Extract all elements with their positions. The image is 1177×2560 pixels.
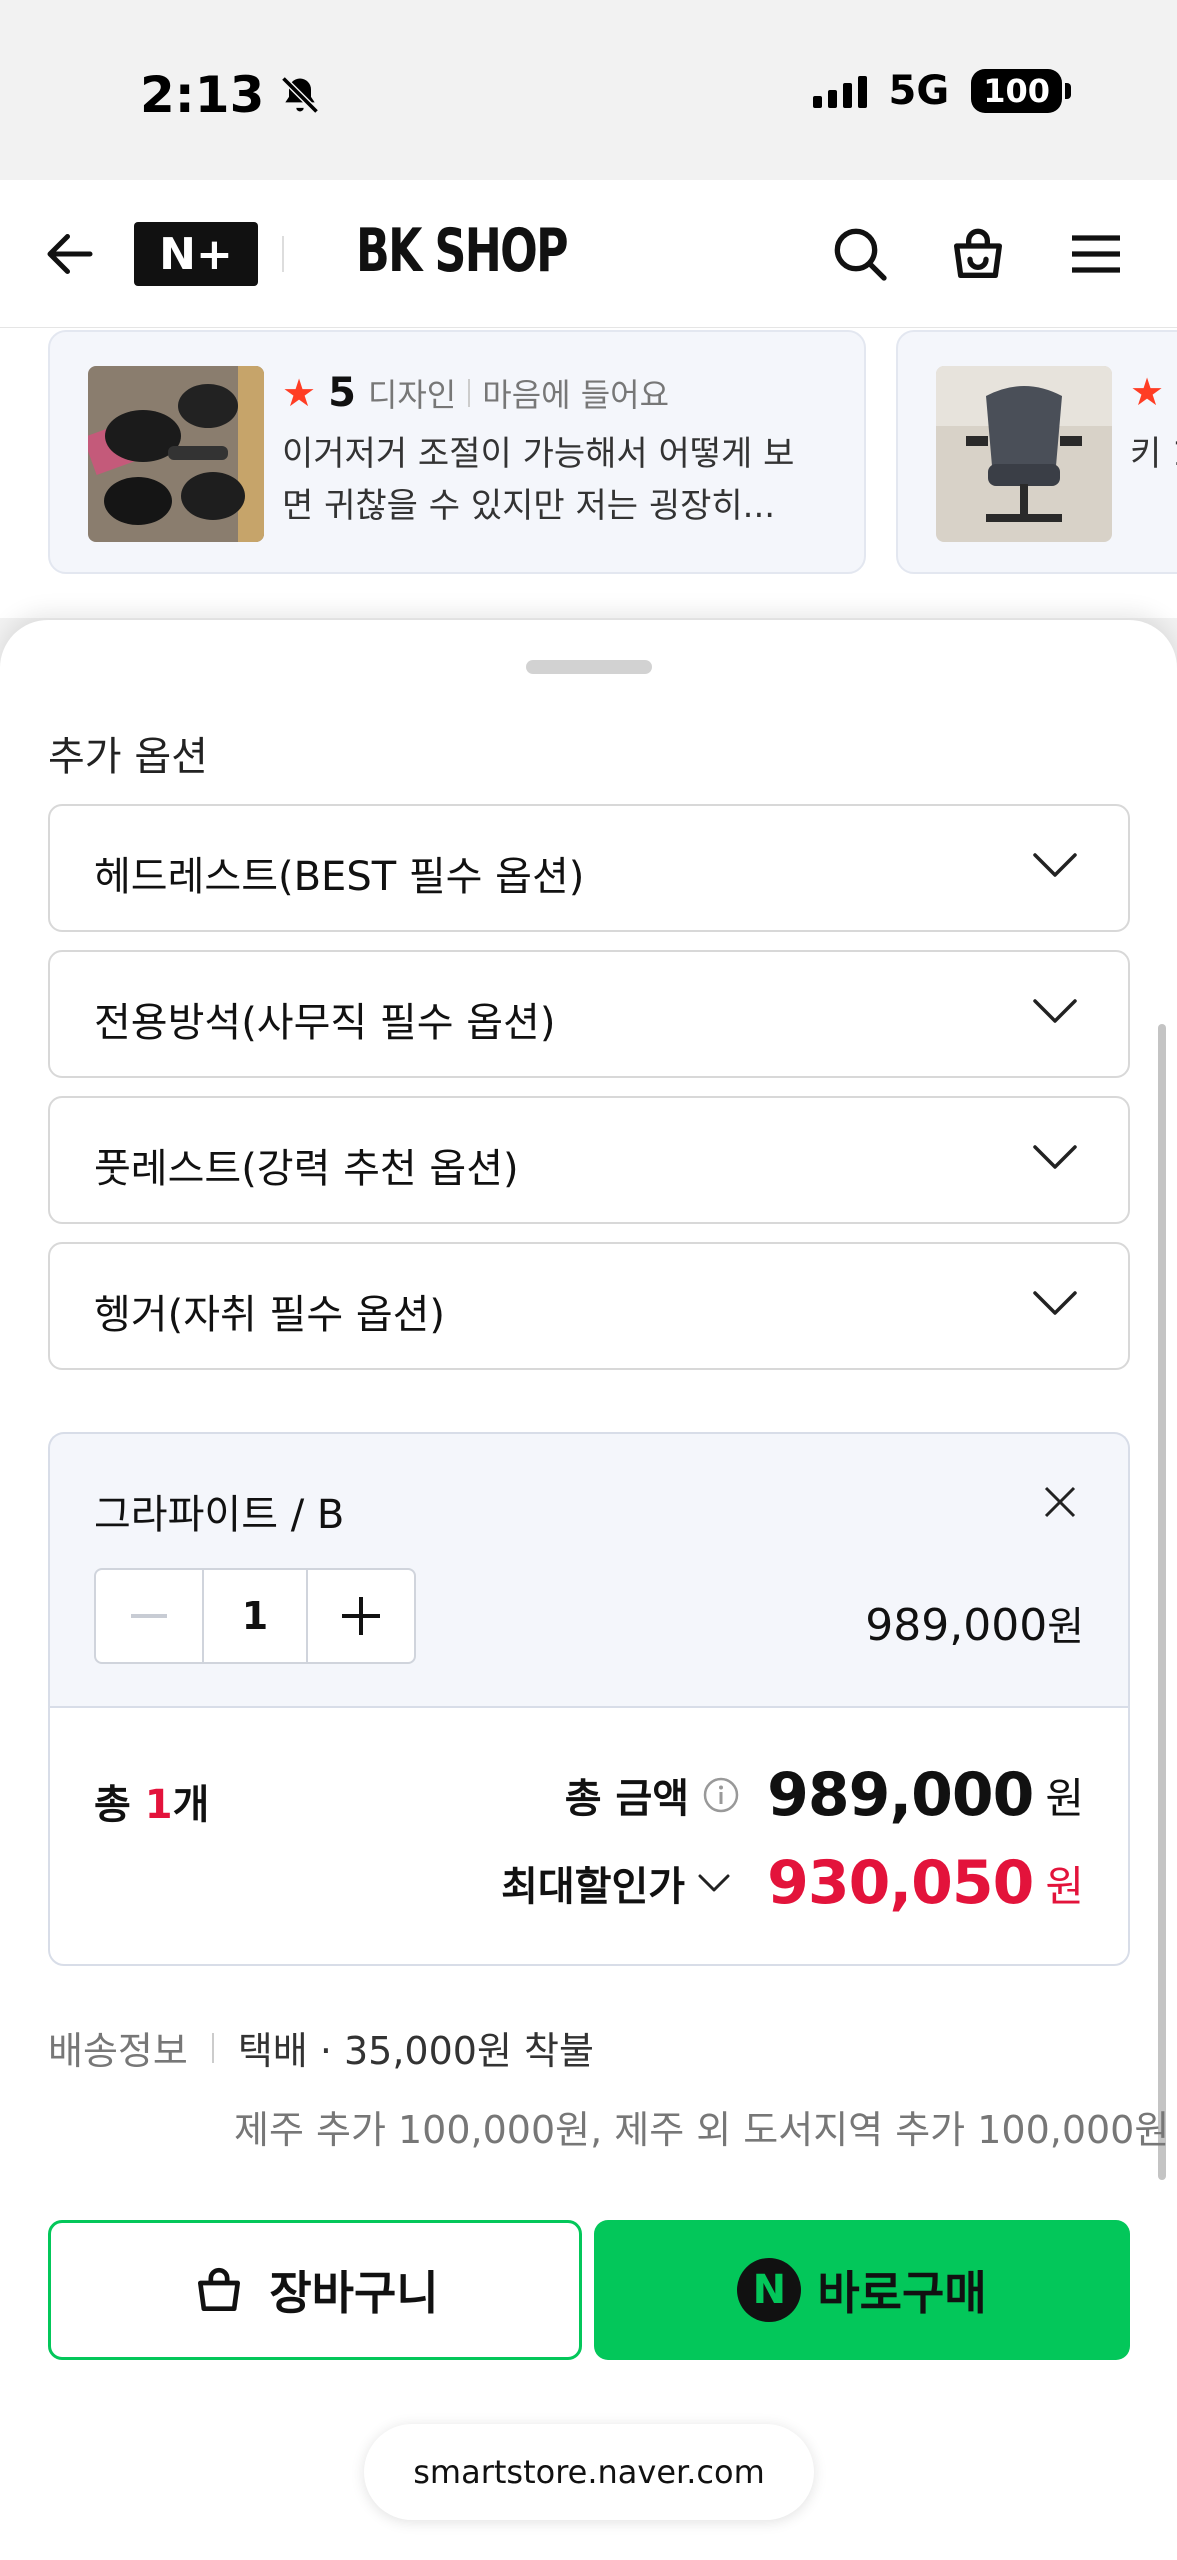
- buy-now-button[interactable]: N 바로구매: [594, 2220, 1130, 2360]
- review-text: 키 1 매장: [1130, 434, 1177, 474]
- bell-off-icon: [281, 76, 320, 114]
- max-discount-row[interactable]: 최대할인가 930,050 원: [501, 1848, 1084, 1918]
- option-select-label: 헹거(자취 필수 옵션): [94, 1292, 446, 1338]
- plus-icon: [342, 1597, 380, 1635]
- total-amount-unit: 원: [1045, 1773, 1084, 1823]
- chevron-down-icon: [1033, 1291, 1077, 1315]
- quantity-value[interactable]: 1: [202, 1570, 308, 1662]
- shopping-bag-icon[interactable]: [946, 222, 1010, 286]
- order-summary: 총 1개 총 금액 989,000 원 최대할인가 930,050 원: [48, 1706, 1130, 1966]
- browser-url-bar[interactable]: smartstore.naver.com: [364, 2424, 814, 2520]
- shipping-separator: [211, 2032, 214, 2063]
- header-divider: [282, 236, 284, 272]
- additional-options-label: 추가 옵션: [48, 734, 208, 780]
- review-photo: [936, 366, 1112, 542]
- summary-divider: [48, 1706, 1130, 1708]
- tag-separator: [468, 379, 471, 407]
- shipping-info: 배송정보 택배 · 35,000원 착불 제주 추가 100,000원, 제주 …: [48, 2020, 1170, 2154]
- option-select-label: 풋레스트(강력 추천 옵션): [94, 1146, 519, 1192]
- search-icon[interactable]: [828, 222, 892, 286]
- signal-icon: [812, 74, 867, 108]
- add-to-cart-button[interactable]: 장바구니: [48, 2220, 582, 2360]
- selected-item-price: 989,000원: [865, 1594, 1084, 1652]
- total-amount-value: 989,000: [767, 1760, 1034, 1830]
- minus-icon: [131, 1614, 167, 1618]
- quantity-stepper: 1: [94, 1568, 416, 1664]
- total-count-prefix: 총: [94, 1782, 145, 1828]
- review-card[interactable]: ★ 키 1 매장: [896, 330, 1177, 574]
- scrollbar[interactable]: [1158, 1024, 1166, 2180]
- status-indicators: 5G 100: [812, 68, 1071, 114]
- back-arrow-icon[interactable]: [40, 224, 100, 284]
- total-amount-label: 총 금액: [564, 1776, 690, 1822]
- review-text: 이거저거 조절이 가능해서 어떻게 보면 귀찮을 수 있지만 저는 굉장히...: [282, 434, 795, 526]
- option-select-headrest[interactable]: 헤드레스트(BEST 필수 옵션): [48, 804, 1130, 932]
- option-select-cushion[interactable]: 전용방석(사무직 필수 옵션): [48, 950, 1130, 1078]
- review-score: 5: [328, 370, 356, 416]
- chevron-down-icon: [1033, 1145, 1077, 1169]
- shipping-extra-fee: 제주 추가 100,000원, 제주 외 도서지역 추가 100,000원: [234, 2108, 1170, 2152]
- battery-level: 100: [971, 69, 1062, 113]
- network-type: 5G: [888, 68, 950, 114]
- star-icon: ★: [282, 371, 317, 415]
- selected-item-panel: 그라파이트 / B 1 989,000원: [48, 1432, 1130, 1708]
- sheet-drag-handle[interactable]: [526, 660, 652, 674]
- status-time: 2:13: [140, 66, 265, 124]
- total-count: 총 1개: [94, 1772, 209, 1830]
- increase-button[interactable]: [308, 1570, 414, 1662]
- menu-icon[interactable]: [1064, 222, 1128, 286]
- review-card[interactable]: ★ 5 디자인 마음에 들어요 이거저거 조절이 가능해서 어떻게 보면 귀찮을…: [48, 330, 866, 574]
- chevron-down-icon: [1033, 999, 1077, 1023]
- shop-name[interactable]: BK SHOP: [356, 216, 569, 286]
- status-bar: 2:13 5G 100: [0, 0, 1177, 180]
- total-amount-row: 총 금액 989,000 원: [565, 1760, 1084, 1830]
- logo-text: N+: [159, 228, 233, 280]
- max-discount-label: 최대할인가: [501, 1864, 686, 1910]
- shopping-bag-icon: [198, 2267, 241, 2311]
- shipping-label: 배송정보: [48, 2029, 188, 2073]
- shipping-method: 택배 · 35,000원 착불: [237, 2029, 594, 2073]
- chevron-down-icon: [1033, 853, 1077, 877]
- naver-pay-icon: N: [737, 2258, 802, 2322]
- naver-plus-logo[interactable]: N+: [134, 222, 258, 286]
- review-tag: 마음에 들어요: [482, 376, 670, 414]
- total-count-suffix: 개: [172, 1782, 210, 1828]
- option-select-hanger[interactable]: 헹거(자취 필수 옵션): [48, 1242, 1130, 1370]
- item-price-amount: 989,000: [865, 1600, 1048, 1651]
- option-select-label: 헤드레스트(BEST 필수 옵션): [94, 854, 585, 900]
- option-select-footrest[interactable]: 풋레스트(강력 추천 옵션): [48, 1096, 1130, 1224]
- close-icon[interactable]: [1040, 1482, 1080, 1522]
- total-count-number: 1: [144, 1782, 173, 1828]
- review-tag: 디자인: [367, 376, 457, 414]
- buy-now-label: 바로구매: [817, 2266, 987, 2320]
- review-photo: [88, 366, 264, 542]
- option-select-label: 전용방석(사무직 필수 옵션): [94, 1000, 556, 1046]
- star-icon: ★: [1130, 370, 1165, 414]
- review-meta: ★ 5 디자인 마음에 들어요: [282, 370, 669, 416]
- review-carousel[interactable]: ★ 5 디자인 마음에 들어요 이거저거 조절이 가능해서 어떻게 보면 귀찮을…: [0, 328, 1177, 618]
- info-icon[interactable]: [701, 1775, 741, 1815]
- selected-item-name: 그라파이트 / B: [94, 1492, 345, 1538]
- decrease-button[interactable]: [96, 1570, 202, 1662]
- max-discount-unit: 원: [1045, 1861, 1084, 1911]
- chevron-down-icon: [698, 1874, 730, 1892]
- option-bottom-sheet: 추가 옵션 헤드레스트(BEST 필수 옵션) 전용방석(사무직 필수 옵션) …: [0, 620, 1177, 2560]
- shipping-line: 배송정보 택배 · 35,000원 착불: [48, 2020, 1148, 2075]
- battery-icon: 100: [971, 69, 1071, 113]
- max-discount-value: 930,050: [767, 1848, 1034, 1918]
- item-price-unit: 원: [1047, 1604, 1084, 1650]
- add-to-cart-label: 장바구니: [269, 2266, 439, 2320]
- review-meta: ★: [1130, 370, 1164, 414]
- app-header: N+ BK SHOP: [0, 180, 1177, 328]
- status-time-group: 2:13: [140, 66, 322, 124]
